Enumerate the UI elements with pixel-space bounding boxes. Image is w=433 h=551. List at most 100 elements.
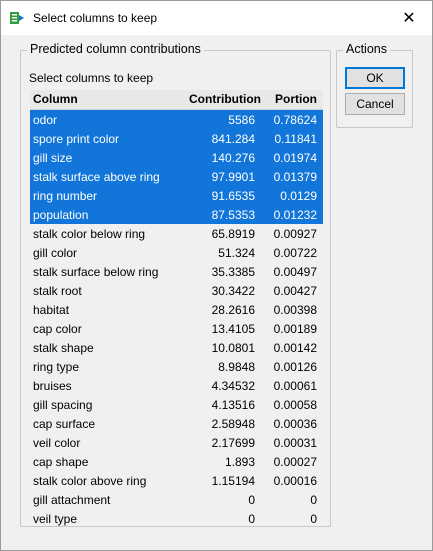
portion-header[interactable]: Portion bbox=[275, 92, 317, 106]
table-row[interactable]: ring number 91.6535 0.0129 bbox=[30, 186, 323, 205]
table-row[interactable]: population 87.5353 0.01232 bbox=[30, 205, 323, 224]
row-portion: 0 bbox=[310, 493, 317, 507]
row-portion: 0.01232 bbox=[273, 208, 317, 222]
row-portion: 0.00027 bbox=[273, 455, 317, 469]
row-contribution: 1.15194 bbox=[211, 474, 255, 488]
table-row[interactable]: habitat 28.2616 0.00398 bbox=[30, 300, 323, 319]
row-portion: 0.01379 bbox=[273, 170, 317, 184]
row-portion: 0.00126 bbox=[273, 360, 317, 374]
select-columns-label: Select columns to keep bbox=[29, 71, 154, 85]
table-row[interactable]: stalk color above ring 1.15194 0.00016 bbox=[30, 471, 323, 490]
close-icon: ✕ bbox=[402, 10, 416, 27]
table-row[interactable]: gill spacing 4.13516 0.00058 bbox=[30, 395, 323, 414]
row-portion: 0.00398 bbox=[273, 303, 317, 317]
row-column-name: stalk surface above ring bbox=[33, 170, 160, 184]
row-portion: 0.0129 bbox=[280, 189, 317, 203]
row-contribution: 1.893 bbox=[224, 455, 255, 469]
ok-button[interactable]: OK bbox=[345, 67, 405, 89]
row-column-name: cap surface bbox=[33, 417, 96, 431]
contributions-group: Predicted column contributions Select co… bbox=[20, 42, 331, 528]
row-column-name: spore print color bbox=[33, 132, 120, 146]
table-row[interactable]: ring type 8.9848 0.00126 bbox=[30, 357, 323, 376]
row-portion: 0.00036 bbox=[273, 417, 317, 431]
row-column-name: stalk color below ring bbox=[33, 227, 146, 241]
row-portion: 0.00061 bbox=[273, 379, 317, 393]
row-contribution: 97.9901 bbox=[211, 170, 255, 184]
row-contribution: 4.13516 bbox=[211, 398, 255, 412]
table-row[interactable]: bruises 4.34532 0.00061 bbox=[30, 376, 323, 395]
window-title: Select columns to keep bbox=[33, 11, 158, 25]
contribution-header[interactable]: Contribution bbox=[189, 92, 261, 106]
table-row[interactable]: gill color 51.324 0.00722 bbox=[30, 243, 323, 262]
row-column-name: stalk color above ring bbox=[33, 474, 147, 488]
row-contribution: 35.3385 bbox=[211, 265, 255, 279]
row-column-name: ring type bbox=[33, 360, 80, 374]
table-row[interactable]: gill size 140.276 0.01974 bbox=[30, 148, 323, 167]
row-column-name: gill attachment bbox=[33, 493, 111, 507]
table-row[interactable]: stalk color below ring 65.8919 0.00927 bbox=[30, 224, 323, 243]
row-contribution: 4.34532 bbox=[211, 379, 255, 393]
row-contribution: 65.8919 bbox=[211, 227, 255, 241]
table-row[interactable]: stalk root 30.3422 0.00427 bbox=[30, 281, 323, 300]
row-column-name: odor bbox=[33, 113, 58, 127]
row-column-name: gill size bbox=[33, 151, 73, 165]
row-column-name: cap color bbox=[33, 322, 82, 336]
row-contribution: 51.324 bbox=[218, 246, 255, 260]
row-column-name: stalk shape bbox=[33, 341, 94, 355]
table-row[interactable]: spore print color 841.284 0.11841 bbox=[30, 129, 323, 148]
row-portion: 0.00016 bbox=[273, 474, 317, 488]
row-contribution: 28.2616 bbox=[211, 303, 255, 317]
row-column-name: veil type bbox=[33, 512, 78, 526]
table-row[interactable]: stalk surface below ring 35.3385 0.00497 bbox=[30, 262, 323, 281]
app-icon bbox=[10, 12, 24, 24]
table-row[interactable]: veil type 0 0 bbox=[30, 509, 323, 528]
table-row[interactable]: odor 5586 0.78624 bbox=[30, 110, 323, 129]
row-portion: 0.00927 bbox=[273, 227, 317, 241]
row-contribution: 0 bbox=[248, 512, 255, 526]
table-body: odor 5586 0.78624 spore print color 841.284 0… bbox=[30, 110, 323, 528]
row-portion: 0.00497 bbox=[273, 265, 317, 279]
row-column-name: cap shape bbox=[33, 455, 89, 469]
row-column-name: population bbox=[33, 208, 89, 222]
row-contribution: 13.4105 bbox=[211, 322, 255, 336]
row-column-name: stalk root bbox=[33, 284, 82, 298]
title-bar[interactable]: Select columns to keep ✕ bbox=[1, 1, 432, 35]
row-contribution: 0 bbox=[248, 493, 255, 507]
row-column-name: ring number bbox=[33, 189, 98, 203]
row-portion: 0.01974 bbox=[273, 151, 317, 165]
row-contribution: 2.17699 bbox=[211, 436, 255, 450]
table-row[interactable]: stalk surface above ring 97.9901 0.01379 bbox=[30, 167, 323, 186]
row-portion: 0.00189 bbox=[273, 322, 317, 336]
contributions-group-label: Predicted column contributions bbox=[27, 42, 204, 56]
table-row[interactable]: cap shape 1.893 0.00027 bbox=[30, 452, 323, 471]
row-contribution: 2.58948 bbox=[211, 417, 255, 431]
row-portion: 0.00722 bbox=[273, 246, 317, 260]
row-portion: 0.78624 bbox=[273, 113, 317, 127]
table-header: Column Contribution Portion bbox=[30, 90, 323, 110]
row-contribution: 140.276 bbox=[211, 151, 255, 165]
close-button[interactable]: ✕ bbox=[386, 1, 432, 35]
row-column-name: gill color bbox=[33, 246, 78, 260]
table-row[interactable]: cap color 13.4105 0.00189 bbox=[30, 319, 323, 338]
row-column-name: bruises bbox=[33, 379, 72, 393]
actions-group: Actions OK Cancel bbox=[336, 42, 413, 128]
dialog-window: Select columns to keep ✕ Predicted colum… bbox=[0, 0, 433, 551]
table-row[interactable]: veil color 2.17699 0.00031 bbox=[30, 433, 323, 452]
row-contribution: 91.6535 bbox=[211, 189, 255, 203]
cancel-button[interactable]: Cancel bbox=[345, 93, 405, 115]
row-column-name: veil color bbox=[33, 436, 81, 450]
contributions-table[interactable]: Column Contribution Portion odor 5586 0.78… bbox=[30, 90, 323, 528]
table-row[interactable]: gill attachment 0 0 bbox=[30, 490, 323, 509]
row-portion: 0.00058 bbox=[273, 398, 317, 412]
row-contribution: 841.284 bbox=[211, 132, 255, 146]
column-header[interactable]: Column bbox=[33, 92, 78, 106]
row-contribution: 5586 bbox=[228, 113, 255, 127]
row-portion: 0.00142 bbox=[273, 341, 317, 355]
table-row[interactable]: cap surface 2.58948 0.00036 bbox=[30, 414, 323, 433]
row-column-name: habitat bbox=[33, 303, 70, 317]
table-row[interactable]: stalk shape 10.0801 0.00142 bbox=[30, 338, 323, 357]
row-column-name: gill spacing bbox=[33, 398, 93, 412]
row-contribution: 30.3422 bbox=[211, 284, 255, 298]
row-portion: 0 bbox=[310, 512, 317, 526]
row-contribution: 8.9848 bbox=[218, 360, 255, 374]
